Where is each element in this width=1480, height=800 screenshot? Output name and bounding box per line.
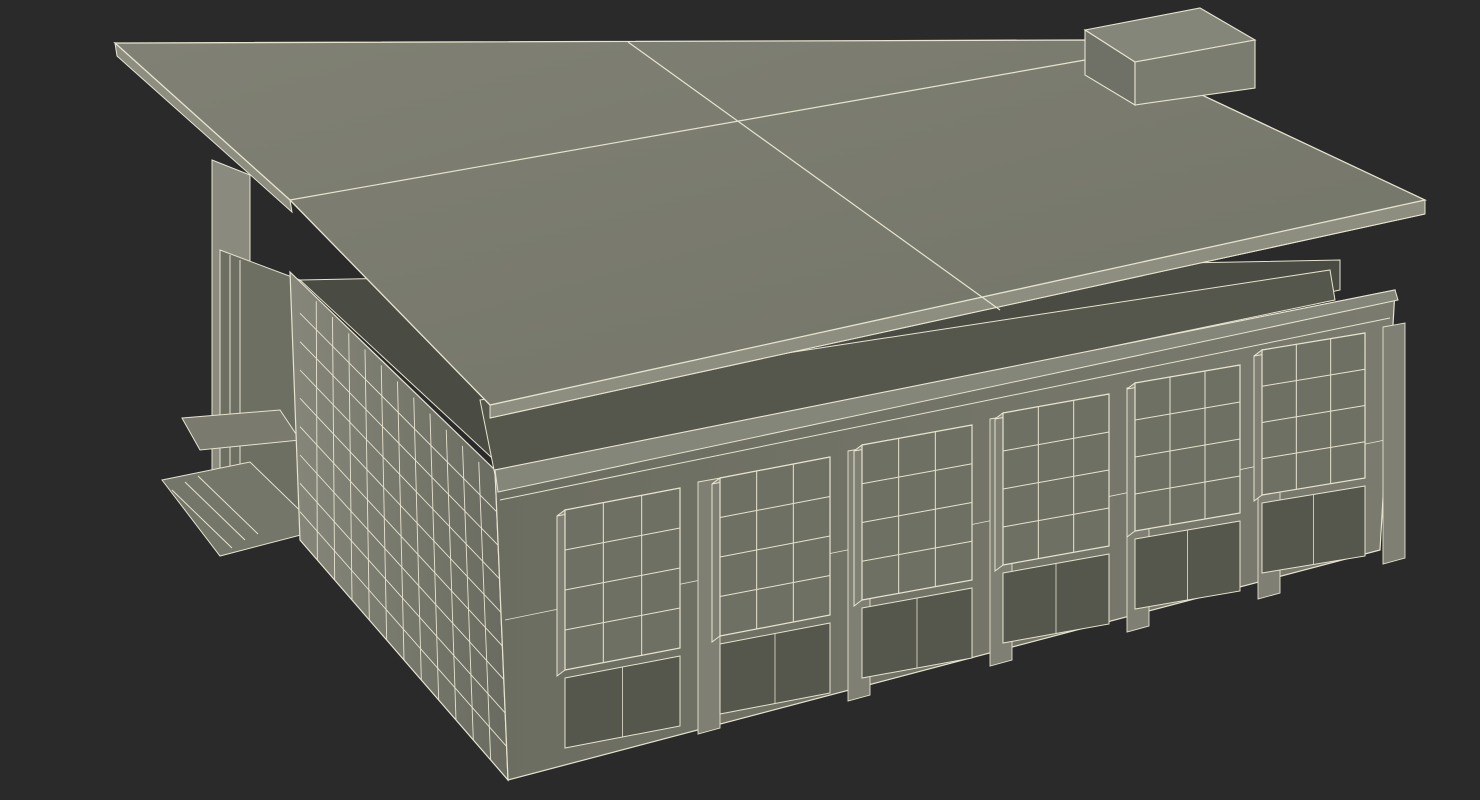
building-model (113, 7, 1428, 782)
rooftop-unit (1083, 7, 1257, 106)
pilaster (1382, 322, 1406, 565)
render-viewport (0, 0, 1480, 800)
